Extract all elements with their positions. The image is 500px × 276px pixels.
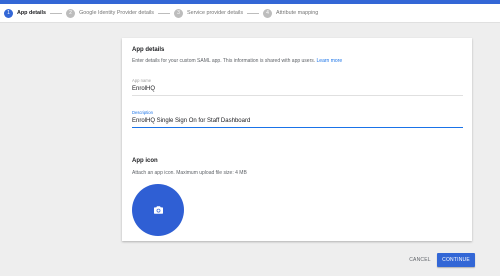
description-input[interactable]: EnrolHQ Single Sign On for Staff Dashboa… [132,115,463,128]
setup-stepper: 1 App details 2 Google Identity Provider… [0,4,500,23]
step-number: 1 [4,8,13,18]
app-details-description-text: Enter details for your custom SAML app. … [132,58,316,64]
cancel-button[interactable]: CANCEL [404,254,436,267]
step-number: 2 [66,8,76,18]
app-icon-upload-button[interactable] [132,184,184,236]
app-icon-title: App icon [132,158,158,164]
step-connector [157,12,170,14]
description-field[interactable]: Description EnrolHQ Single Sign On for S… [132,110,463,128]
app-name-field[interactable]: App name EnrolHQ [132,78,463,96]
app-details-description: Enter details for your custom SAML app. … [132,58,342,64]
app-name-input[interactable]: EnrolHQ [132,83,463,96]
step-label: Attribute mapping [276,10,319,16]
step-number: 4 [263,8,273,18]
step-attribute-mapping[interactable]: 4 Attribute mapping [263,4,318,23]
app-details-card: App details Enter details for your custo… [122,38,472,241]
step-label: Google Identity Provider details [79,10,154,16]
continue-button[interactable]: CONTINUE [437,253,475,267]
step-label: App details [17,10,47,16]
step-connector [247,12,260,14]
app-details-title: App details [132,47,165,53]
learn-more-link[interactable]: Learn more [317,58,343,64]
step-app-details[interactable]: 1 App details [4,4,46,23]
step-service-provider-details[interactable]: 3 Service provider details [173,4,244,23]
app-icon-description: Attach an app icon. Maximum upload file … [132,170,247,176]
step-google-idp-details[interactable]: 2 Google Identity Provider details [66,4,154,23]
camera-icon [153,206,163,214]
step-connector [50,12,63,14]
step-number: 3 [173,8,183,18]
step-label: Service provider details [186,10,244,16]
